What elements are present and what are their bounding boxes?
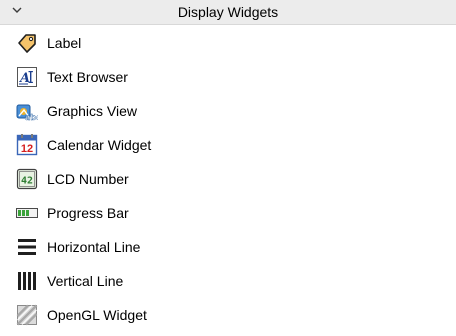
widget-label: Label (47, 35, 82, 51)
svg-text:42: 42 (21, 176, 33, 187)
widget-label: Horizontal Line (47, 239, 141, 255)
widget-label: Text Browser (47, 69, 128, 85)
label-tag-icon (16, 32, 38, 54)
widget-item-horizontal-line[interactable]: Horizontal Line (0, 234, 456, 268)
widget-box-panel: Display Widgets Label A Text Browser ab … (0, 0, 456, 329)
widget-item-vertical-line[interactable]: Vertical Line (0, 268, 456, 302)
widget-item-text-browser[interactable]: A Text Browser (0, 64, 456, 98)
widget-label: OpenGL Widget (47, 307, 147, 323)
graphics-view-icon: abc (16, 100, 38, 122)
progress-bar-icon (16, 202, 38, 224)
lcd-number-icon: 42 (16, 168, 38, 190)
category-title: Display Widgets (177, 4, 279, 20)
widget-label: Graphics View (47, 103, 138, 119)
widget-label: Vertical Line (47, 273, 124, 289)
widget-list: Label A Text Browser ab Graphics View 12… (0, 30, 456, 336)
svg-text:abc: abc (25, 113, 38, 122)
widget-item-label[interactable]: Label (0, 30, 456, 64)
widget-item-graphics-view[interactable]: abc Graphics View (0, 98, 456, 132)
widget-item-opengl-widget[interactable]: OpenGL Widget (0, 302, 456, 336)
calendar-icon: 12 (16, 134, 38, 156)
category-header-display-widgets[interactable]: Display Widgets (0, 0, 456, 25)
horizontal-line-icon (16, 236, 38, 258)
widget-label: LCD Number (47, 171, 129, 187)
widget-item-lcd-number[interactable]: 42 LCD Number (0, 166, 456, 200)
widget-item-progress-bar[interactable]: Progress Bar (0, 200, 456, 234)
opengl-widget-icon (16, 304, 38, 326)
vertical-line-icon (16, 270, 38, 292)
widget-label: Progress Bar (47, 205, 129, 221)
widget-label: Calendar Widget (47, 137, 152, 153)
svg-text:12: 12 (21, 143, 33, 155)
widget-item-calendar-widget[interactable]: 12 Calendar Widget (0, 132, 456, 166)
text-browser-icon: A (16, 66, 38, 88)
